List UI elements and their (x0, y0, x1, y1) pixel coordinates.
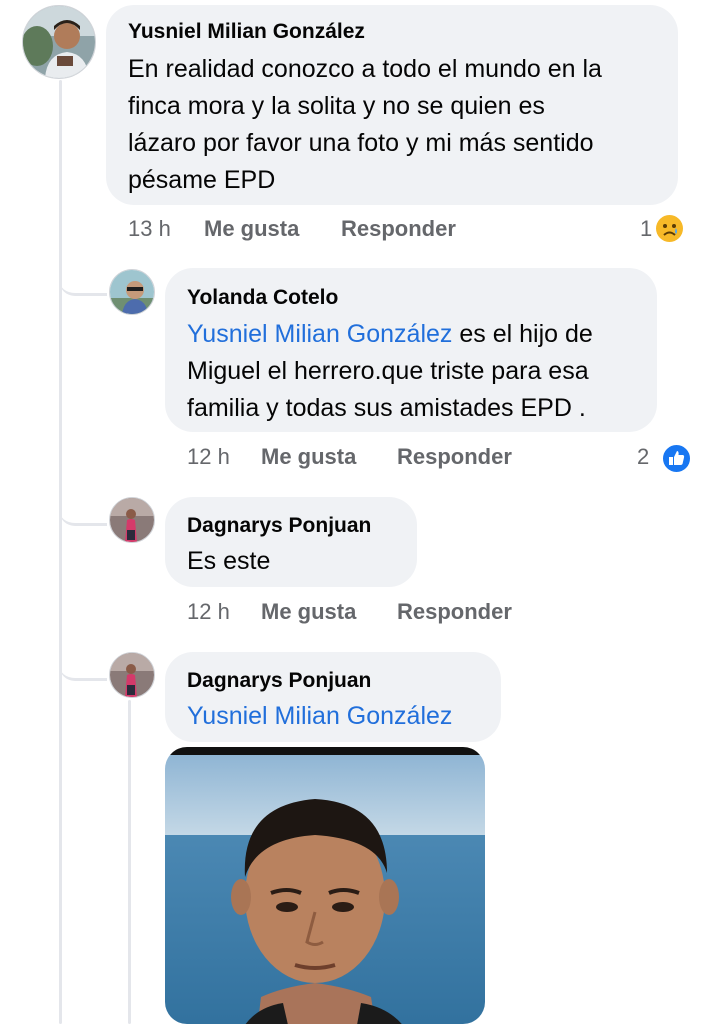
mention-link[interactable]: Yusniel Milian González (187, 698, 452, 735)
sad-reaction-icon[interactable] (656, 215, 683, 242)
comment-text: Es este (187, 547, 271, 575)
avatar[interactable] (109, 652, 155, 698)
reaction-count[interactable]: 1 (640, 216, 652, 242)
comment-timestamp[interactable]: 13 h (128, 216, 171, 242)
photo-attachment[interactable] (165, 747, 485, 1024)
comment-author[interactable]: Yolanda Cotelo (187, 286, 338, 310)
comment-text-line: En realidad conozco a todo el mundo en l… (128, 55, 602, 83)
avatar[interactable] (109, 269, 155, 315)
comment-author[interactable]: Dagnarys Ponjuan (187, 514, 371, 538)
reaction-count[interactable]: 2 (637, 444, 649, 470)
thread-line-reply (128, 700, 131, 1024)
like-reaction-icon[interactable] (661, 443, 692, 474)
like-button[interactable]: Me gusta (261, 599, 356, 625)
comment-text-line: finca mora y la solita y no se quien es (128, 92, 545, 120)
comment-text-line: Yusniel Milian González es el hijo de (187, 316, 593, 353)
comment-text-line: familia y todas sus amistades EPD . (187, 394, 586, 422)
mention-link[interactable]: Yusniel Milian González (187, 320, 452, 348)
comment-timestamp[interactable]: 12 h (187, 599, 230, 625)
avatar[interactable] (22, 5, 96, 79)
avatar[interactable] (109, 497, 155, 543)
comment-text-line: Miguel el herrero.que triste para esa (187, 357, 589, 385)
thread-curve-1 (59, 255, 107, 296)
comment-text: es el hijo de (452, 320, 593, 348)
thread-curve-3 (59, 640, 107, 681)
thread-line-main (59, 80, 62, 1024)
comment-text-line: pésame EPD (128, 166, 276, 194)
reply-button[interactable]: Responder (397, 444, 512, 470)
reply-button[interactable]: Responder (397, 599, 512, 625)
comment-author[interactable]: Yusniel Milian González (128, 20, 365, 44)
like-button[interactable]: Me gusta (261, 444, 356, 470)
comment-text-line: lázaro por favor una foto y mi más senti… (128, 129, 594, 157)
like-button[interactable]: Me gusta (204, 216, 299, 242)
comment-author[interactable]: Dagnarys Ponjuan (187, 669, 371, 693)
reply-button[interactable]: Responder (341, 216, 456, 242)
comment-timestamp[interactable]: 12 h (187, 444, 230, 470)
thread-curve-2 (59, 485, 107, 526)
